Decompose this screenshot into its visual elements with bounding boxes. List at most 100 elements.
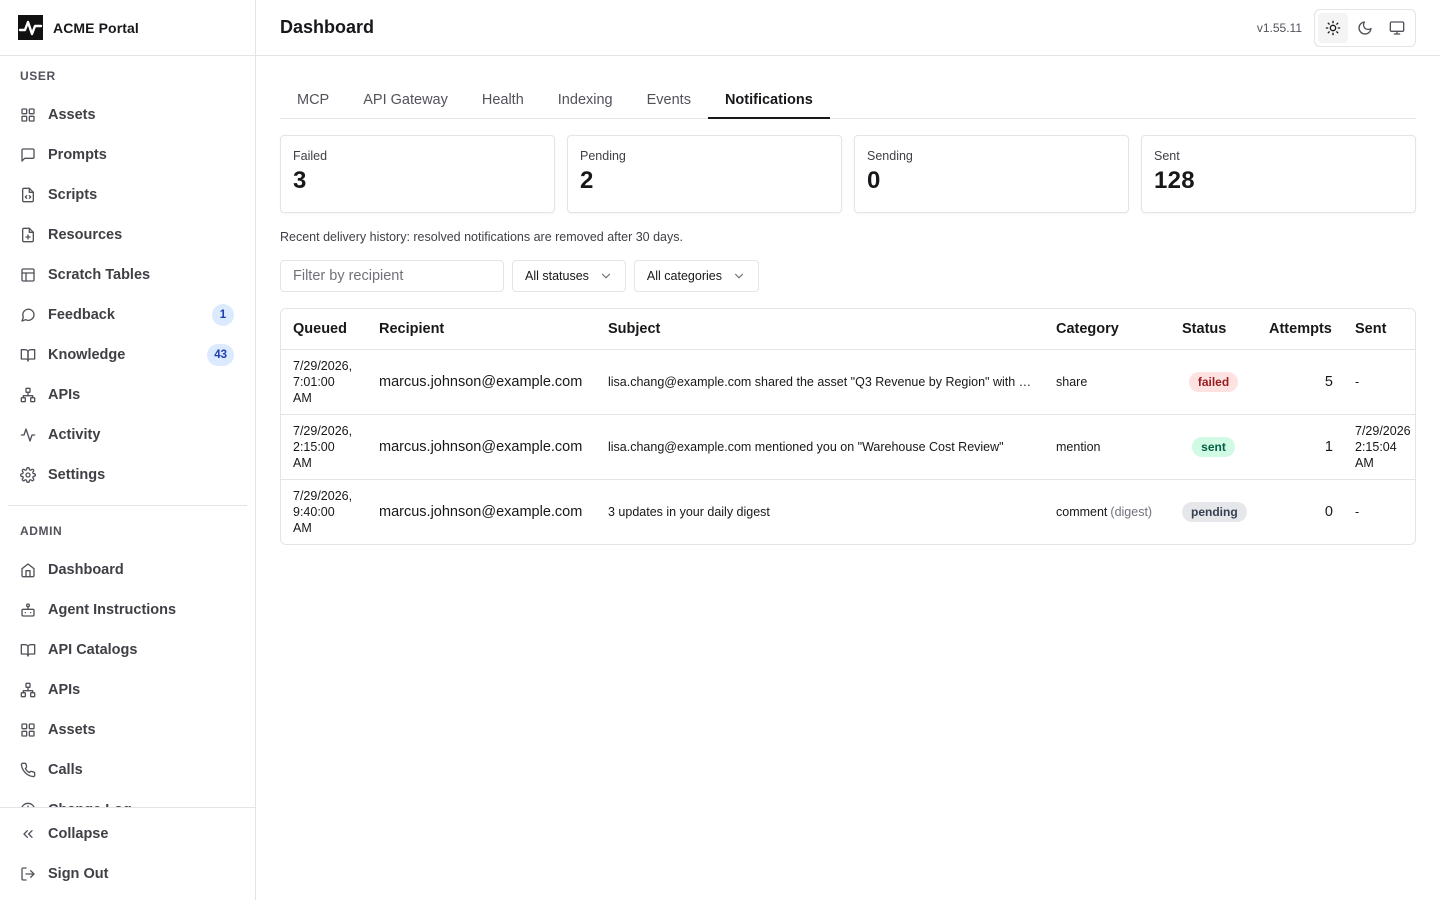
category-filter-value: All categories — [646, 269, 722, 283]
collapse-button[interactable]: Collapse — [0, 814, 255, 854]
log-out-icon — [20, 866, 36, 882]
retention-note: Recent delivery history: resolved notifi… — [280, 230, 683, 244]
tab-health[interactable]: Health — [465, 82, 541, 119]
tab-events[interactable]: Events — [630, 82, 708, 119]
status-cell: pending — [1170, 479, 1257, 544]
sent-line: AM — [1355, 455, 1374, 470]
stat-card-sending: Sending 0 — [854, 135, 1129, 213]
book-open-icon — [20, 642, 36, 658]
sidebar-item-label: Resources — [48, 227, 123, 243]
sidebar-item-label: Scratch Tables — [48, 267, 151, 283]
acme-logo-icon — [18, 15, 43, 40]
sidebar-item-label: Dashboard — [48, 562, 124, 578]
column-header-subject[interactable]: Subject — [596, 309, 1044, 350]
recipient-filter-input[interactable] — [280, 260, 504, 292]
category-cell: comment (digest) — [1044, 479, 1170, 544]
chevron-down-icon — [732, 269, 746, 283]
sidebar-item-label: Knowledge — [48, 347, 126, 363]
tab-mcp[interactable]: MCP — [280, 82, 346, 119]
table-row[interactable]: 7/29/2026, 9:40:00 AM marcus.johnson@exampl… — [281, 479, 1415, 544]
queued-line: AM — [293, 520, 312, 535]
dark-theme-button[interactable] — [1350, 13, 1380, 43]
user-section-label: USER — [20, 69, 56, 83]
sidebar-item-dashboard[interactable]: Dashboard — [0, 550, 255, 590]
tab-indexing[interactable]: Indexing — [541, 82, 630, 119]
sidebar-item-scratch-tables[interactable]: Scratch Tables — [0, 255, 255, 295]
stat-label: Sent — [1154, 149, 1180, 163]
sidebar-item-prompts[interactable]: Prompts — [0, 135, 255, 175]
category-cell: share — [1044, 349, 1170, 415]
sign-out-button[interactable]: Sign Out — [0, 854, 255, 894]
column-header-attempts[interactable]: Attempts — [1257, 309, 1343, 350]
sidebar-item-settings[interactable]: Settings — [0, 455, 255, 495]
status-filter-select[interactable]: All statuses — [512, 260, 626, 292]
stat-value: 3 — [293, 167, 307, 194]
brand-name: ACME Portal — [53, 19, 139, 36]
status-filter-value: All statuses — [525, 269, 589, 283]
category-value: share — [1056, 374, 1088, 389]
sidebar-item-label: APIs — [48, 682, 81, 698]
sidebar-item-assets[interactable]: Assets — [0, 95, 255, 135]
column-header-queued[interactable]: Queued — [281, 309, 367, 350]
sidebar-footer: Collapse Sign Out — [0, 807, 255, 900]
subject-cell: lisa.chang@example.com shared the asset … — [596, 349, 1044, 415]
column-header-recipient[interactable]: Recipient — [367, 309, 596, 350]
count-badge: 43 — [207, 344, 234, 366]
queued-line: 2:15:00 — [293, 439, 335, 454]
sidebar-item-label: Settings — [48, 467, 106, 483]
sidebar-item-calls[interactable]: Calls — [0, 750, 255, 790]
recipient-cell: marcus.johnson@example.com — [367, 414, 596, 480]
category-filter-select[interactable]: All categories — [633, 260, 759, 292]
recipient-cell: marcus.johnson@example.com — [379, 503, 583, 520]
notifications-table: Queued Recipient Subject Category Status Atte… — [280, 308, 1416, 545]
stat-card-sent: Sent 128 — [1141, 135, 1416, 213]
queued-line: AM — [293, 455, 312, 470]
sidebar-item-label: Calls — [48, 762, 83, 778]
grid-icon — [20, 722, 36, 738]
tab-api-gateway[interactable]: API Gateway — [346, 82, 465, 119]
queued-cell: 7/29/2026, 2:15:00 AM — [281, 414, 367, 480]
column-header-sent[interactable]: Sent — [1343, 309, 1415, 350]
brand[interactable]: ACME Portal — [0, 0, 255, 56]
sidebar-item-feedback[interactable]: Feedback 1 — [0, 295, 255, 335]
sent-cell: - — [1343, 349, 1415, 415]
attempts-cell: 0 — [1324, 503, 1333, 520]
sidebar-item-agent-instructions[interactable]: Agent Instructions — [0, 590, 255, 630]
home-icon — [20, 562, 36, 578]
sidebar: ACME Portal USER Assets Prompts Scripts Res… — [0, 0, 256, 900]
table-row[interactable]: 7/29/2026, 7:01:00 AM marcus.johnson@exampl… — [281, 349, 1415, 415]
grid-icon — [20, 107, 36, 123]
sent-cell: 7/29/2026 2:15:04 AM — [1343, 414, 1415, 480]
column-header-status[interactable]: Status — [1170, 309, 1257, 350]
stat-value: 128 — [1154, 167, 1195, 194]
sidebar-item-apis[interactable]: APIs — [0, 670, 255, 710]
queued-cell: 7/29/2026, 9:40:00 AM — [281, 479, 367, 544]
sidebar-item-resources[interactable]: Resources — [0, 215, 255, 255]
sent-line: - — [1355, 374, 1360, 389]
status-badge: pending — [1182, 501, 1247, 522]
light-theme-button[interactable] — [1318, 12, 1348, 43]
network-icon — [20, 387, 36, 403]
message-circle-icon — [20, 307, 36, 323]
sidebar-item-apis[interactable]: APIs — [0, 375, 255, 415]
table-row[interactable]: 7/29/2026, 2:15:00 AM marcus.johnson@exampl… — [281, 414, 1415, 480]
column-header-category[interactable]: Category — [1044, 309, 1170, 350]
sidebar-item-activity[interactable]: Activity — [0, 415, 255, 455]
nav-divider — [8, 505, 247, 506]
sidebar-item-label: Assets — [48, 722, 96, 738]
sidebar-item-knowledge[interactable]: Knowledge 43 — [0, 335, 255, 375]
monitor-icon — [1389, 20, 1405, 36]
sidebar-item-api-catalogs[interactable]: API Catalogs — [0, 630, 255, 670]
system-theme-button[interactable] — [1382, 13, 1412, 43]
stats-row: Failed 3 Pending 2 Sending 0 Sent 128 — [280, 135, 1416, 213]
recipient-cell: marcus.johnson@example.com — [367, 349, 596, 415]
sidebar-nav[interactable]: USER Assets Prompts Scripts Resources Scratc… — [0, 56, 255, 807]
sidebar-item-assets[interactable]: Assets — [0, 710, 255, 750]
tab-notifications[interactable]: Notifications — [707, 82, 830, 119]
sidebar-item-scripts[interactable]: Scripts — [0, 175, 255, 215]
queued-line: 7/29/2026, — [293, 488, 353, 503]
sent-line: 2:15:04 — [1355, 439, 1397, 454]
sidebar-item-change-log[interactable]: Change Log — [0, 790, 255, 807]
theme-switcher — [1314, 8, 1416, 47]
category-cell: mention — [1044, 414, 1170, 480]
